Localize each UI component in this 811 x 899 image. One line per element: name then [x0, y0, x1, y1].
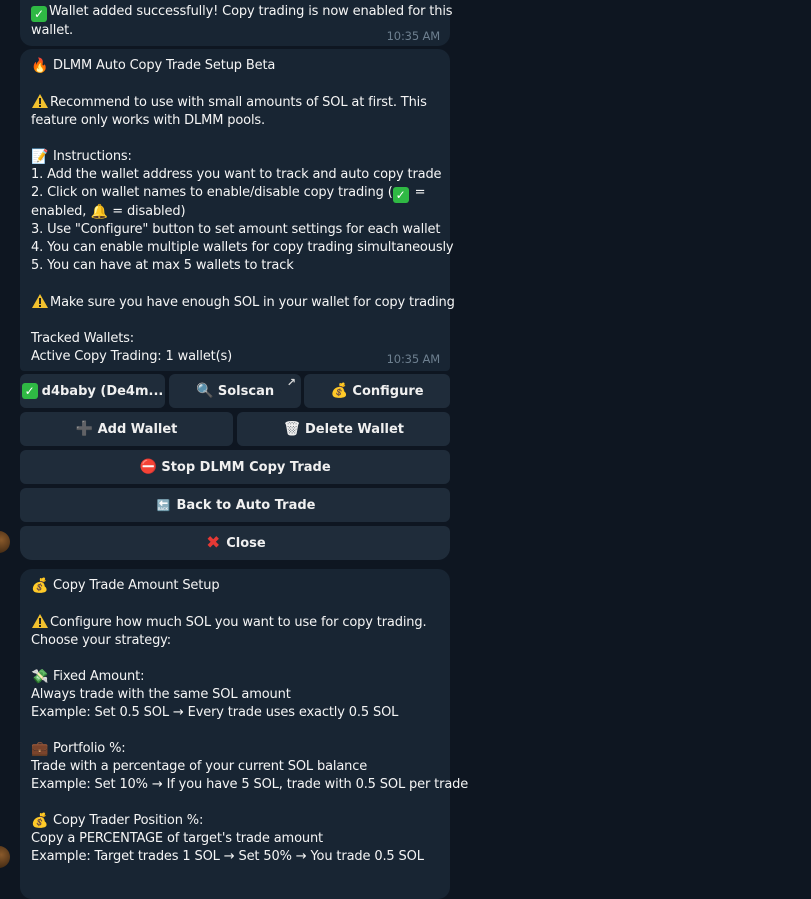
strategy-desc: Trade with a percentage of your current … [31, 759, 368, 774]
warning-icon [32, 294, 48, 308]
strategy-title: 💸 Fixed Amount: [31, 669, 145, 685]
message-line: ✓ Wallet added successfully! Copy trading… [31, 3, 453, 22]
instruction-item: 4. You can enable multiple wallets for c… [31, 240, 454, 255]
message-amount-setup: 💰 Copy Trade Amount Setup Configure how … [20, 569, 469, 899]
memo-icon: 📝 [31, 149, 49, 165]
moneybag-icon: 💰 [31, 813, 49, 829]
fire-icon: 🔥 [31, 58, 49, 74]
close-button[interactable]: ✖ Close [20, 526, 450, 560]
instruction-item: 1. Add the wallet address you want to tr… [31, 167, 442, 182]
trash-icon: 🗑 [283, 421, 301, 437]
strategy-desc: Always trade with the same SOL amount [31, 687, 291, 702]
warning-line: Make sure you have enough SOL in your wa… [31, 293, 455, 312]
moneybag-icon: 💰 [330, 383, 349, 399]
wallet-toggle-button[interactable]: ✓ d4baby (De4m... [20, 374, 165, 408]
message-title: 🔥 DLMM Auto Copy Trade Setup Beta [31, 58, 276, 74]
strategy-desc: Copy a PERCENTAGE of target's trade amou… [31, 831, 323, 846]
instruction-item: 2. Click on wallet names to enable/disab… [31, 185, 426, 203]
bot-avatar[interactable] [0, 846, 10, 868]
moneybag-icon: 💰 [31, 578, 49, 594]
strategy-example: Example: Set 0.5 SOL → Every trade uses … [31, 705, 399, 720]
strategy-example: Example: Set 10% → If you have 5 SOL, tr… [31, 777, 469, 792]
check-icon: ✓ [21, 383, 38, 399]
solscan-button[interactable]: 🔍 Solscan ↗ [169, 374, 301, 408]
briefcase-icon: 💼 [31, 741, 49, 757]
stop-copy-trade-button[interactable]: ⛔ Stop DLMM Copy Trade [20, 450, 450, 484]
check-icon: ✓ [392, 187, 409, 203]
strategy-title: 💼 Portfolio %: [31, 741, 126, 757]
message-text: Wallet added successfully! Copy trading … [49, 4, 453, 19]
close-icon: ✖ [206, 533, 221, 553]
strategy-example: Example: Target trades 1 SOL → Set 50% →… [31, 849, 424, 864]
message-wallet-added: ✓ Wallet added successfully! Copy trading… [20, 0, 453, 46]
plus-icon: ➕ [75, 421, 94, 437]
search-icon: 🔍 [196, 383, 214, 399]
bell-icon: 🔔 [90, 204, 108, 220]
warning-line: Choose your strategy: [31, 633, 171, 648]
bot-avatar[interactable] [0, 531, 10, 553]
warning-line: feature only works with DLMM pools. [31, 113, 266, 128]
delete-wallet-button[interactable]: 🗑 Delete Wallet [237, 412, 450, 446]
message-line: wallet. [31, 23, 73, 38]
instruction-item: 3. Use "Configure" button to set amount … [31, 222, 441, 237]
stop-icon: ⛔ [139, 459, 158, 475]
warning-icon [32, 614, 48, 628]
check-icon: ✓ [31, 6, 47, 22]
instruction-item: enabled, 🔔 = disabled) [31, 204, 186, 220]
configure-button[interactable]: 💰 Configure [304, 374, 450, 408]
add-wallet-button[interactable]: ➕ Add Wallet [20, 412, 233, 446]
back-icon: 🔙 [156, 498, 171, 512]
active-copy-trading: Active Copy Trading: 1 wallet(s) [31, 349, 233, 364]
warning-line: Configure how much SOL you want to use f… [31, 613, 439, 632]
warning-icon [32, 94, 48, 108]
message-timestamp: 10:35 AM [386, 29, 441, 43]
message-title: 💰 Copy Trade Amount Setup [31, 578, 220, 594]
message-dlmm-setup: 🔥 DLMM Auto Copy Trade Setup Beta Recomm… [20, 49, 455, 371]
money-with-wings-icon: 💸 [31, 669, 49, 685]
instructions-label: 📝 Instructions: [31, 149, 132, 165]
tracked-wallets-label: Tracked Wallets: [31, 331, 134, 346]
external-link-icon: ↗ [286, 376, 296, 389]
strategy-title: 💰 Copy Trader Position %: [31, 813, 204, 829]
back-button[interactable]: 🔙 Back to Auto Trade [20, 488, 450, 522]
warning-line: Recommend to use with small amounts of S… [31, 93, 439, 112]
message-timestamp: 10:35 AM [386, 352, 441, 366]
instruction-item: 5. You can have at max 5 wallets to trac… [31, 258, 294, 273]
